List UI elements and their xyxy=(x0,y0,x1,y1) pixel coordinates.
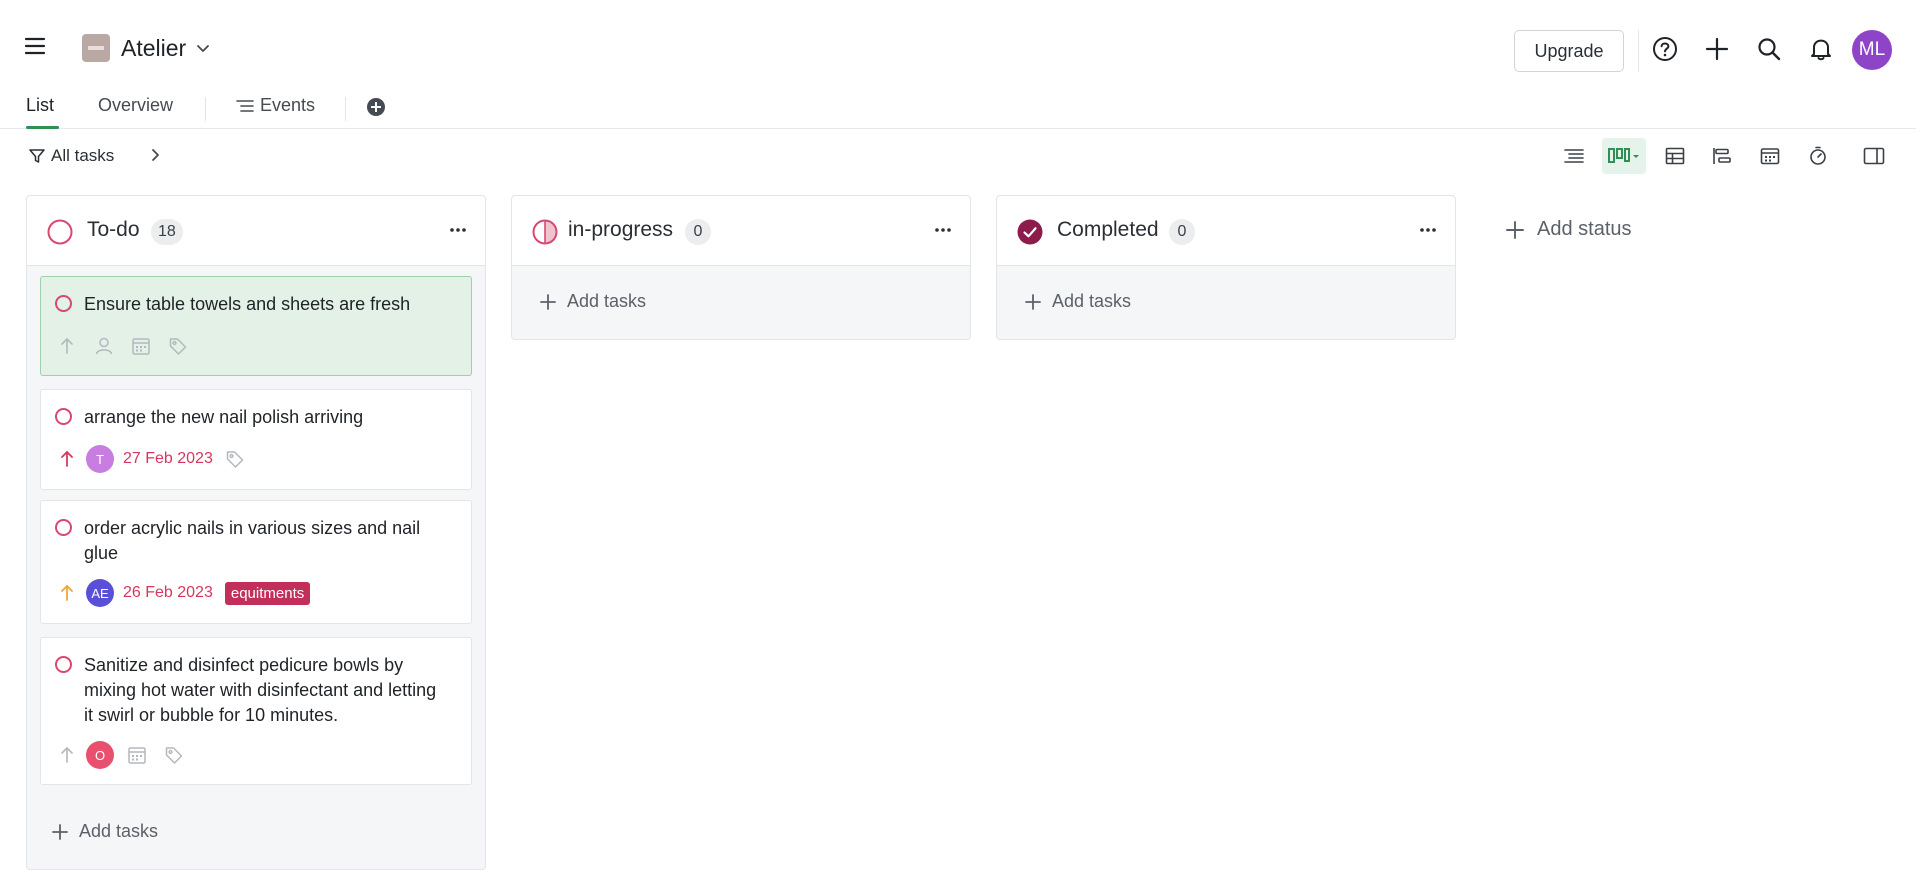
bell-icon[interactable] xyxy=(1808,36,1836,64)
column-in-progress: in-progress 0 Add tasks xyxy=(511,195,971,340)
view-tabs: List Overview Events xyxy=(0,88,1916,129)
task-card[interactable]: Sanitize and disinfect pedicure bowls by… xyxy=(40,637,472,785)
tab-divider xyxy=(345,97,346,121)
calendar-view-icon[interactable] xyxy=(1757,144,1783,168)
filter-icon xyxy=(29,149,45,163)
more-options-icon[interactable] xyxy=(447,218,469,242)
project-logo xyxy=(82,34,110,62)
task-title: Ensure table towels and sheets are fresh xyxy=(84,294,411,314)
column-header: Completed 0 xyxy=(997,196,1455,266)
column-header: in-progress 0 xyxy=(512,196,970,266)
task-title: Sanitize and disinfect pedicure bowls by… xyxy=(84,655,437,725)
add-tasks-label: Add tasks xyxy=(79,821,159,841)
tag-icon[interactable] xyxy=(164,745,184,765)
more-options-icon[interactable] xyxy=(932,218,954,242)
gantt-view-icon[interactable] xyxy=(1709,144,1735,168)
assignee-icon[interactable] xyxy=(94,336,114,356)
upgrade-button[interactable]: Upgrade xyxy=(1514,30,1624,72)
timer-view-icon[interactable] xyxy=(1805,144,1831,168)
plus-icon[interactable] xyxy=(1704,36,1732,64)
column-to-do: To-do 18 Ensure table towels and sheets … xyxy=(26,195,486,870)
status-in-progress-icon xyxy=(532,219,558,245)
plus-icon xyxy=(1025,293,1041,310)
column-count-badge: 18 xyxy=(151,219,183,245)
column-count-badge: 0 xyxy=(1169,219,1195,245)
column-title: To-do xyxy=(87,218,140,241)
assignee-avatar[interactable]: O xyxy=(86,741,114,769)
filter-label: All tasks xyxy=(51,146,115,165)
events-icon xyxy=(236,99,254,112)
column-completed: Completed 0 Add tasks xyxy=(996,195,1456,340)
task-meta xyxy=(57,336,205,356)
task-title: order acrylic nails in various sizes and… xyxy=(84,518,421,563)
tag-chip[interactable]: equitments xyxy=(224,581,311,605)
column-count-badge: 0 xyxy=(685,219,711,245)
more-options-icon[interactable] xyxy=(1417,218,1439,242)
board-view-icon[interactable] xyxy=(1602,138,1646,174)
calendar-icon[interactable] xyxy=(131,336,151,356)
task-card[interactable]: Ensure table towels and sheets are fresh xyxy=(40,276,472,376)
task-checkbox[interactable] xyxy=(55,656,72,673)
tab-overview[interactable]: Overview xyxy=(98,95,173,116)
filter-dropdown[interactable]: All tasks xyxy=(28,146,114,166)
header-divider xyxy=(1638,30,1639,72)
plus-icon xyxy=(1506,220,1524,239)
task-checkbox[interactable] xyxy=(55,408,72,425)
tab-events-label: Events xyxy=(260,95,316,115)
help-icon[interactable] xyxy=(1652,36,1680,64)
add-status-label: Add status xyxy=(1537,218,1632,240)
column-title: in-progress xyxy=(568,218,674,241)
tab-events[interactable]: Events xyxy=(236,95,315,116)
assignee-avatar[interactable]: T xyxy=(86,445,114,473)
search-icon[interactable] xyxy=(1756,36,1784,64)
add-status-button[interactable]: Add status xyxy=(1505,218,1632,241)
task-checkbox[interactable] xyxy=(55,295,72,312)
task-title: arrange the new nail polish arriving xyxy=(84,407,364,427)
tag-icon[interactable] xyxy=(168,336,188,356)
table-view-icon[interactable] xyxy=(1662,144,1688,168)
add-tasks-button[interactable]: Add tasks xyxy=(51,821,158,842)
add-tasks-label: Add tasks xyxy=(1052,291,1132,311)
project-switcher[interactable]: Atelier xyxy=(82,34,210,62)
priority-medium-icon[interactable] xyxy=(57,583,77,603)
top-bar: Atelier Upgrade ML xyxy=(0,0,1916,100)
status-open-icon xyxy=(47,219,73,245)
due-date[interactable]: 27 Feb 2023 xyxy=(123,450,213,468)
calendar-icon[interactable] xyxy=(127,745,147,765)
column-title: Completed xyxy=(1057,218,1159,241)
task-meta: T 27 Feb 2023 xyxy=(57,445,262,473)
priority-high-icon[interactable] xyxy=(57,449,77,469)
due-date[interactable]: 26 Feb 2023 xyxy=(123,584,213,602)
assignee-avatar[interactable]: AE xyxy=(86,579,114,607)
active-tab-indicator xyxy=(26,126,59,129)
project-name: Atelier xyxy=(121,34,187,61)
priority-icon[interactable] xyxy=(57,336,77,356)
tab-list[interactable]: List xyxy=(26,95,54,116)
user-avatar[interactable]: ML xyxy=(1852,30,1892,70)
plus-icon xyxy=(52,823,68,840)
chevron-down-icon xyxy=(197,45,210,52)
add-tasks-button[interactable]: Add tasks xyxy=(539,291,646,312)
add-tasks-label: Add tasks xyxy=(567,291,647,311)
task-card[interactable]: arrange the new nail polish arriving T 2… xyxy=(40,389,472,490)
task-meta: AE 26 Feb 2023 equitments xyxy=(57,579,311,607)
status-completed-icon xyxy=(1017,219,1043,245)
column-header: To-do 18 xyxy=(27,196,485,266)
tag-icon[interactable] xyxy=(225,449,245,469)
task-card[interactable]: order acrylic nails in various sizes and… xyxy=(40,500,472,624)
task-meta: O xyxy=(57,741,201,769)
priority-icon[interactable] xyxy=(57,745,77,765)
add-view-icon[interactable] xyxy=(367,98,385,116)
chevron-right-icon[interactable] xyxy=(148,148,162,162)
menu-icon[interactable] xyxy=(24,36,52,60)
tab-divider xyxy=(205,97,206,121)
add-tasks-button[interactable]: Add tasks xyxy=(1024,291,1131,312)
sidebar-toggle-icon[interactable] xyxy=(1861,144,1887,168)
list-view-icon[interactable] xyxy=(1561,144,1587,168)
plus-icon xyxy=(540,293,556,310)
task-checkbox[interactable] xyxy=(55,519,72,536)
